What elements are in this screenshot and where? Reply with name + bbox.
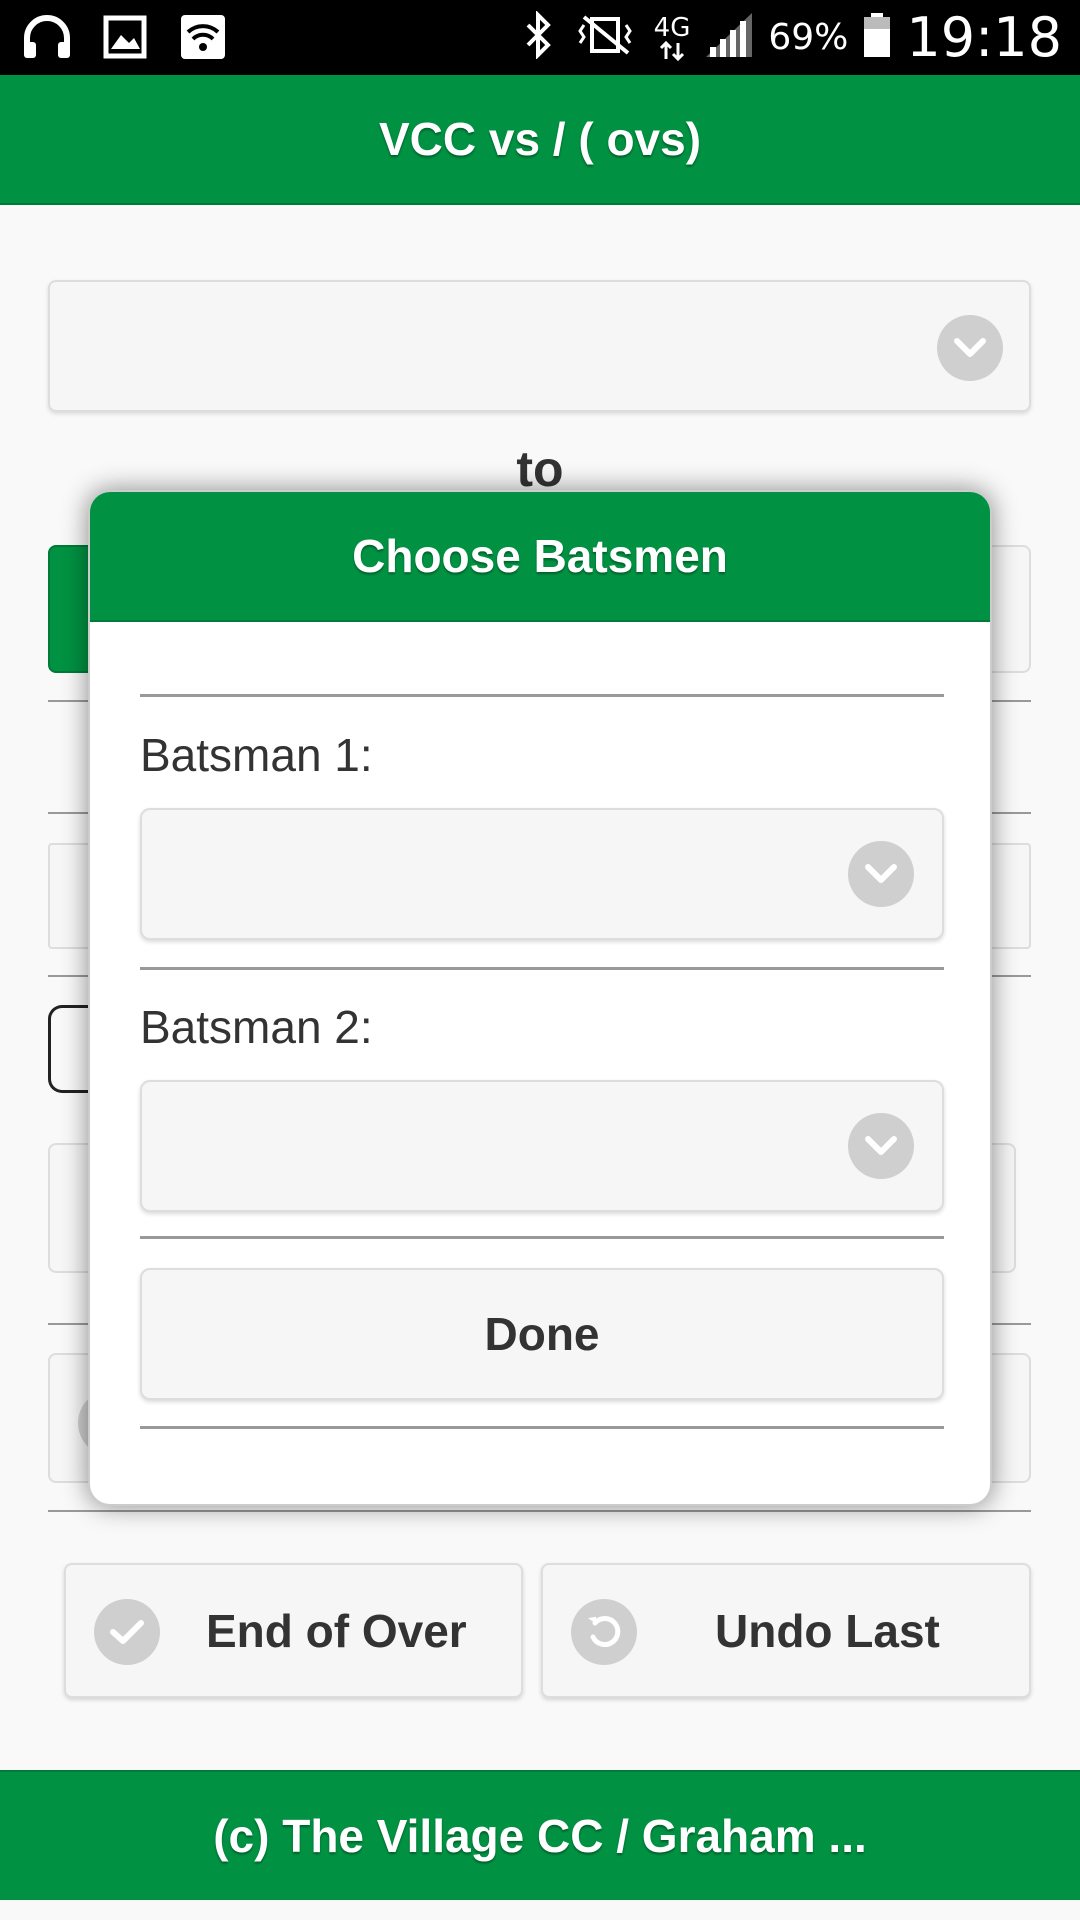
dialog-title: Choose Batsmen xyxy=(352,530,728,582)
app-header: VCC vs / ( ovs) xyxy=(0,75,1080,205)
page-title: VCC vs / ( ovs) xyxy=(378,113,702,165)
choose-batsmen-dialog: Choose Batsmen Batsman 1: Batsman 2: Don… xyxy=(88,490,992,1506)
divider xyxy=(140,1426,944,1429)
clock: 19:18 xyxy=(906,6,1062,69)
chevron-down-icon xyxy=(848,841,914,907)
batsman-2-select[interactable] xyxy=(140,1080,944,1212)
headphones-icon xyxy=(20,12,74,62)
divider xyxy=(140,1236,944,1239)
batsman-1-select[interactable] xyxy=(140,808,944,940)
done-button[interactable]: Done xyxy=(140,1268,944,1400)
app-footer: (c) The Village CC / Graham ... xyxy=(0,1770,1080,1900)
divider xyxy=(140,967,944,970)
status-bar: 4G 69% 19:18 xyxy=(0,0,1080,75)
network-type: 4G xyxy=(653,12,691,43)
dialog-header: Choose Batsmen xyxy=(90,492,990,622)
footer-text: (c) The Village CC / Graham ... xyxy=(213,1810,867,1862)
batsman-1-label: Batsman 1: xyxy=(140,729,373,781)
divider xyxy=(140,694,944,697)
4g-data-icon: 4G xyxy=(653,12,691,61)
batsman-2-label: Batsman 2: xyxy=(140,1001,373,1053)
battery-percent: 69% xyxy=(768,17,849,58)
bluetooth-icon xyxy=(522,10,556,64)
wifi-icon xyxy=(176,12,230,62)
image-icon xyxy=(98,12,152,62)
signal-icon xyxy=(704,11,754,64)
battery-icon xyxy=(862,11,892,64)
chevron-down-icon xyxy=(848,1113,914,1179)
vibrate-mute-icon xyxy=(570,11,640,64)
